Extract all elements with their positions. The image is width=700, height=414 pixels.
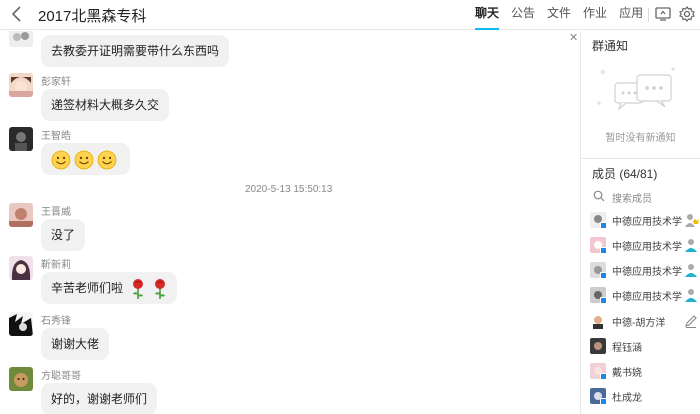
member-item[interactable]: 中德应用技术学 (590, 262, 700, 282)
member-name: 程钰涵 (612, 343, 642, 354)
edit-icon[interactable] (683, 313, 699, 329)
member-item[interactable]: 杜成龙 (590, 388, 700, 408)
group-title: 2017北黑森专科 (38, 8, 147, 25)
message-text: 辛苦老师们啦 (51, 281, 124, 295)
avatar[interactable] (9, 127, 33, 151)
member-name: 中德应用技术学 (612, 267, 682, 278)
message-bubble: 递签材料大概多久交 (41, 89, 170, 121)
member-name: 中德应用技术学 (612, 292, 682, 303)
member-item[interactable]: 程钰涵 (590, 338, 700, 358)
member-name: 中德-胡方洋 (612, 318, 666, 329)
message-bubble (41, 143, 130, 175)
member-search-input[interactable]: 搜索成员 (592, 189, 697, 205)
message-bubble: 辛苦老师们啦 (41, 272, 178, 304)
school-badge-icon (600, 398, 607, 405)
members-title: 成员 (64/81) (592, 167, 658, 181)
message-bubble: 好的，谢谢老师们 (41, 383, 158, 414)
school-badge-icon (600, 222, 607, 229)
school-badge-icon (600, 373, 607, 380)
sender-name: 王智皓 (41, 131, 71, 142)
message-timestamp: 2020-5-13 15:50:13 (245, 184, 333, 195)
tab-announcement[interactable]: 公告 (511, 0, 535, 30)
school-badge-icon (600, 247, 607, 254)
rose-icon (133, 278, 144, 299)
notice-empty-text: 暂时没有新通知 (605, 133, 676, 144)
chat-header: 2017北黑森专科 聊天 公告 文件 作业 应用 (0, 0, 700, 30)
sender-name: 王晋威 (41, 207, 71, 218)
tab-apps[interactable]: 应用 (619, 0, 643, 30)
member-name: 中德应用技术学 (612, 242, 682, 253)
smile-emoji (74, 150, 94, 170)
close-icon[interactable]: ✕ (569, 31, 578, 44)
smile-emoji (97, 150, 117, 170)
member-item[interactable]: 中德-胡方洋 (590, 313, 700, 333)
tab-files[interactable]: 文件 (547, 0, 571, 30)
settings-icon[interactable] (678, 5, 696, 23)
member-name: 中德应用技术学 (612, 217, 682, 228)
avatar[interactable] (9, 203, 33, 227)
message-bubble: 去教委开证明需要带什么东西吗 (41, 35, 230, 67)
sender-name: 彭家轩 (41, 77, 71, 88)
admin-icon (685, 264, 697, 277)
header-divider (648, 8, 649, 22)
member-item[interactable]: 中德应用技术学 (590, 287, 700, 307)
school-badge-icon (600, 272, 607, 279)
member-item[interactable]: 戴书娆 (590, 363, 700, 383)
avatar[interactable] (9, 73, 33, 97)
rose-icon (155, 278, 166, 299)
tab-bar: 聊天 公告 文件 作业 应用 (475, 0, 655, 30)
owner-icon (685, 214, 699, 227)
empty-notice-illustration (597, 67, 675, 111)
avatar[interactable] (9, 31, 33, 47)
sender-name: 石秀锋 (41, 316, 71, 327)
sender-name: 方聪哥哥 (41, 371, 81, 382)
avatar (590, 313, 606, 329)
tab-chat[interactable]: 聊天 (475, 0, 500, 30)
avatar[interactable] (9, 367, 33, 391)
avatar[interactable] (9, 312, 33, 336)
member-item[interactable]: 中德应用技术学 (590, 237, 700, 257)
admin-icon (685, 289, 697, 302)
avatar[interactable] (9, 256, 33, 280)
smile-emoji (51, 150, 71, 170)
search-placeholder: 搜索成员 (612, 194, 652, 205)
member-item[interactable]: 中德应用技术学 (590, 212, 700, 232)
screen-share-icon[interactable] (654, 5, 672, 23)
chat-area[interactable]: 去教委开证明需要带什么东西吗 彭家轩 递签材料大概多久交 王智皓 2020-5-… (0, 31, 580, 414)
message-bubble: 没了 (41, 219, 86, 251)
sender-name: 靳新莉 (41, 260, 71, 271)
back-icon[interactable] (9, 5, 25, 23)
school-badge-icon (600, 297, 607, 304)
admin-icon (685, 239, 697, 252)
notice-title: 群通知 (592, 39, 629, 53)
tab-homework[interactable]: 作业 (583, 0, 607, 30)
panel-divider-h (581, 158, 700, 159)
avatar (590, 338, 606, 354)
member-name: 戴书娆 (612, 368, 642, 379)
message-bubble: 谢谢大佬 (41, 328, 110, 360)
member-name: 杜成龙 (612, 393, 642, 404)
group-side-panel: 群通知 暂时没有新通知 成员 (64/81) 搜索成员 中德应用技术学 中德应用… (581, 31, 700, 414)
search-icon (593, 190, 605, 202)
